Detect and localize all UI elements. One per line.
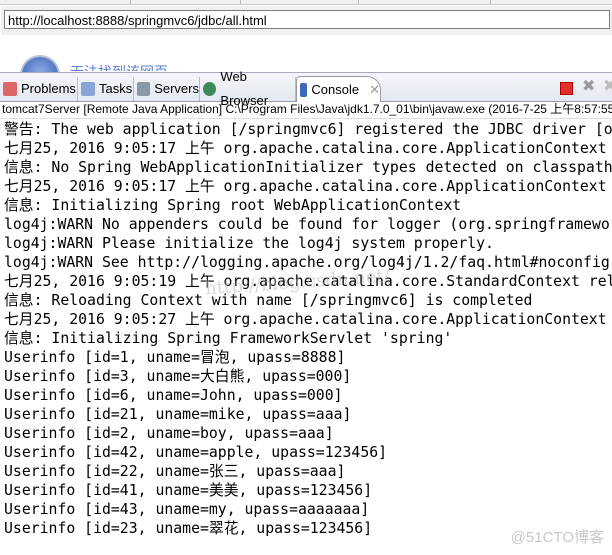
console-line: 七月25, 2016 9:05:17 上午 org.apache.catalin…	[4, 140, 612, 157]
console-line: log4j:WARN Please initialize the log4j s…	[4, 235, 494, 252]
url-input[interactable]: http://localhost:8888/springmvc6/jdbc/al…	[4, 10, 610, 29]
console-line: Userinfo [id=2, uname=boy, upass=aaa]	[4, 425, 334, 442]
tab-servers[interactable]: Servers	[134, 77, 200, 101]
globe-icon	[203, 82, 217, 96]
console-line: 信息: Initializing Spring root WebApplicat…	[4, 197, 462, 214]
console-line: 信息: Reloading Context with name [/spring…	[4, 292, 533, 309]
address-bar: http://localhost:8888/springmvc6/jdbc/al…	[1, 6, 612, 35]
tab-label: Console	[311, 81, 360, 97]
close-icon[interactable]: ✕	[369, 78, 380, 102]
console-description: tomcat7Server [Remote Java Application] …	[0, 100, 612, 119]
console-output[interactable]: 警告: The web application [/springmvc6] re…	[4, 120, 612, 538]
console-line: log4j:WARN No appenders could be found f…	[4, 216, 610, 233]
top-strip	[0, 0, 612, 5]
console-line: 信息: No Spring WebApplicationInitializer …	[4, 159, 612, 176]
view-tab-bar: Problems Tasks Servers Web Browser Conso…	[0, 69, 612, 108]
tab-tasks[interactable]: Tasks	[78, 77, 134, 101]
tasks-icon	[81, 82, 95, 96]
console-line: Userinfo [id=21, uname=mike, upass=aaa]	[4, 406, 352, 423]
page-error-text: 无法找到该网页	[70, 62, 168, 71]
tab-label: Problems	[21, 81, 76, 96]
console-line: Userinfo [id=42, uname=apple, upass=1234…	[4, 444, 388, 461]
problems-icon	[3, 82, 17, 96]
tab-console[interactable]: Console ✕	[296, 76, 381, 102]
console-line: Userinfo [id=22, uname=张三, upass=aaa]	[4, 463, 346, 480]
console-line: Userinfo [id=1, uname=冒泡, upass=8888]	[4, 349, 346, 366]
tab-label: Servers	[154, 81, 199, 96]
console-line: Userinfo [id=6, uname=John, upass=000]	[4, 387, 343, 404]
console-line: 信息: Initializing Spring FrameworkServlet…	[4, 330, 453, 347]
tab-label: Tasks	[99, 81, 133, 96]
console-line: log4j:WARN See http://logging.apache.org…	[4, 254, 610, 271]
console-line: 七月25, 2016 9:05:17 上午 org.apache.catalin…	[4, 178, 612, 195]
remove-all-icon[interactable]: ✖	[603, 76, 612, 96]
tab-problems[interactable]: Problems	[0, 77, 78, 101]
tab-web-browser[interactable]: Web Browser	[200, 69, 296, 108]
console-line: Userinfo [id=43, uname=my, upass=aaaaaaa…	[4, 501, 370, 518]
console-icon	[300, 82, 308, 97]
console-line: Userinfo [id=41, uname=美美, upass=123456]	[4, 482, 373, 499]
remove-launch-icon[interactable]: ✖	[582, 76, 595, 96]
servers-icon	[137, 82, 151, 96]
console-line: Userinfo [id=3, uname=大白熊, upass=000]	[4, 368, 352, 385]
site-watermark: @51CTO博客	[510, 529, 604, 546]
console-line: 七月25, 2016 9:05:27 上午 org.apache.catalin…	[4, 311, 612, 328]
console-line: 警告: The web application [/springmvc6] re…	[4, 121, 612, 138]
terminate-icon[interactable]	[560, 82, 573, 95]
